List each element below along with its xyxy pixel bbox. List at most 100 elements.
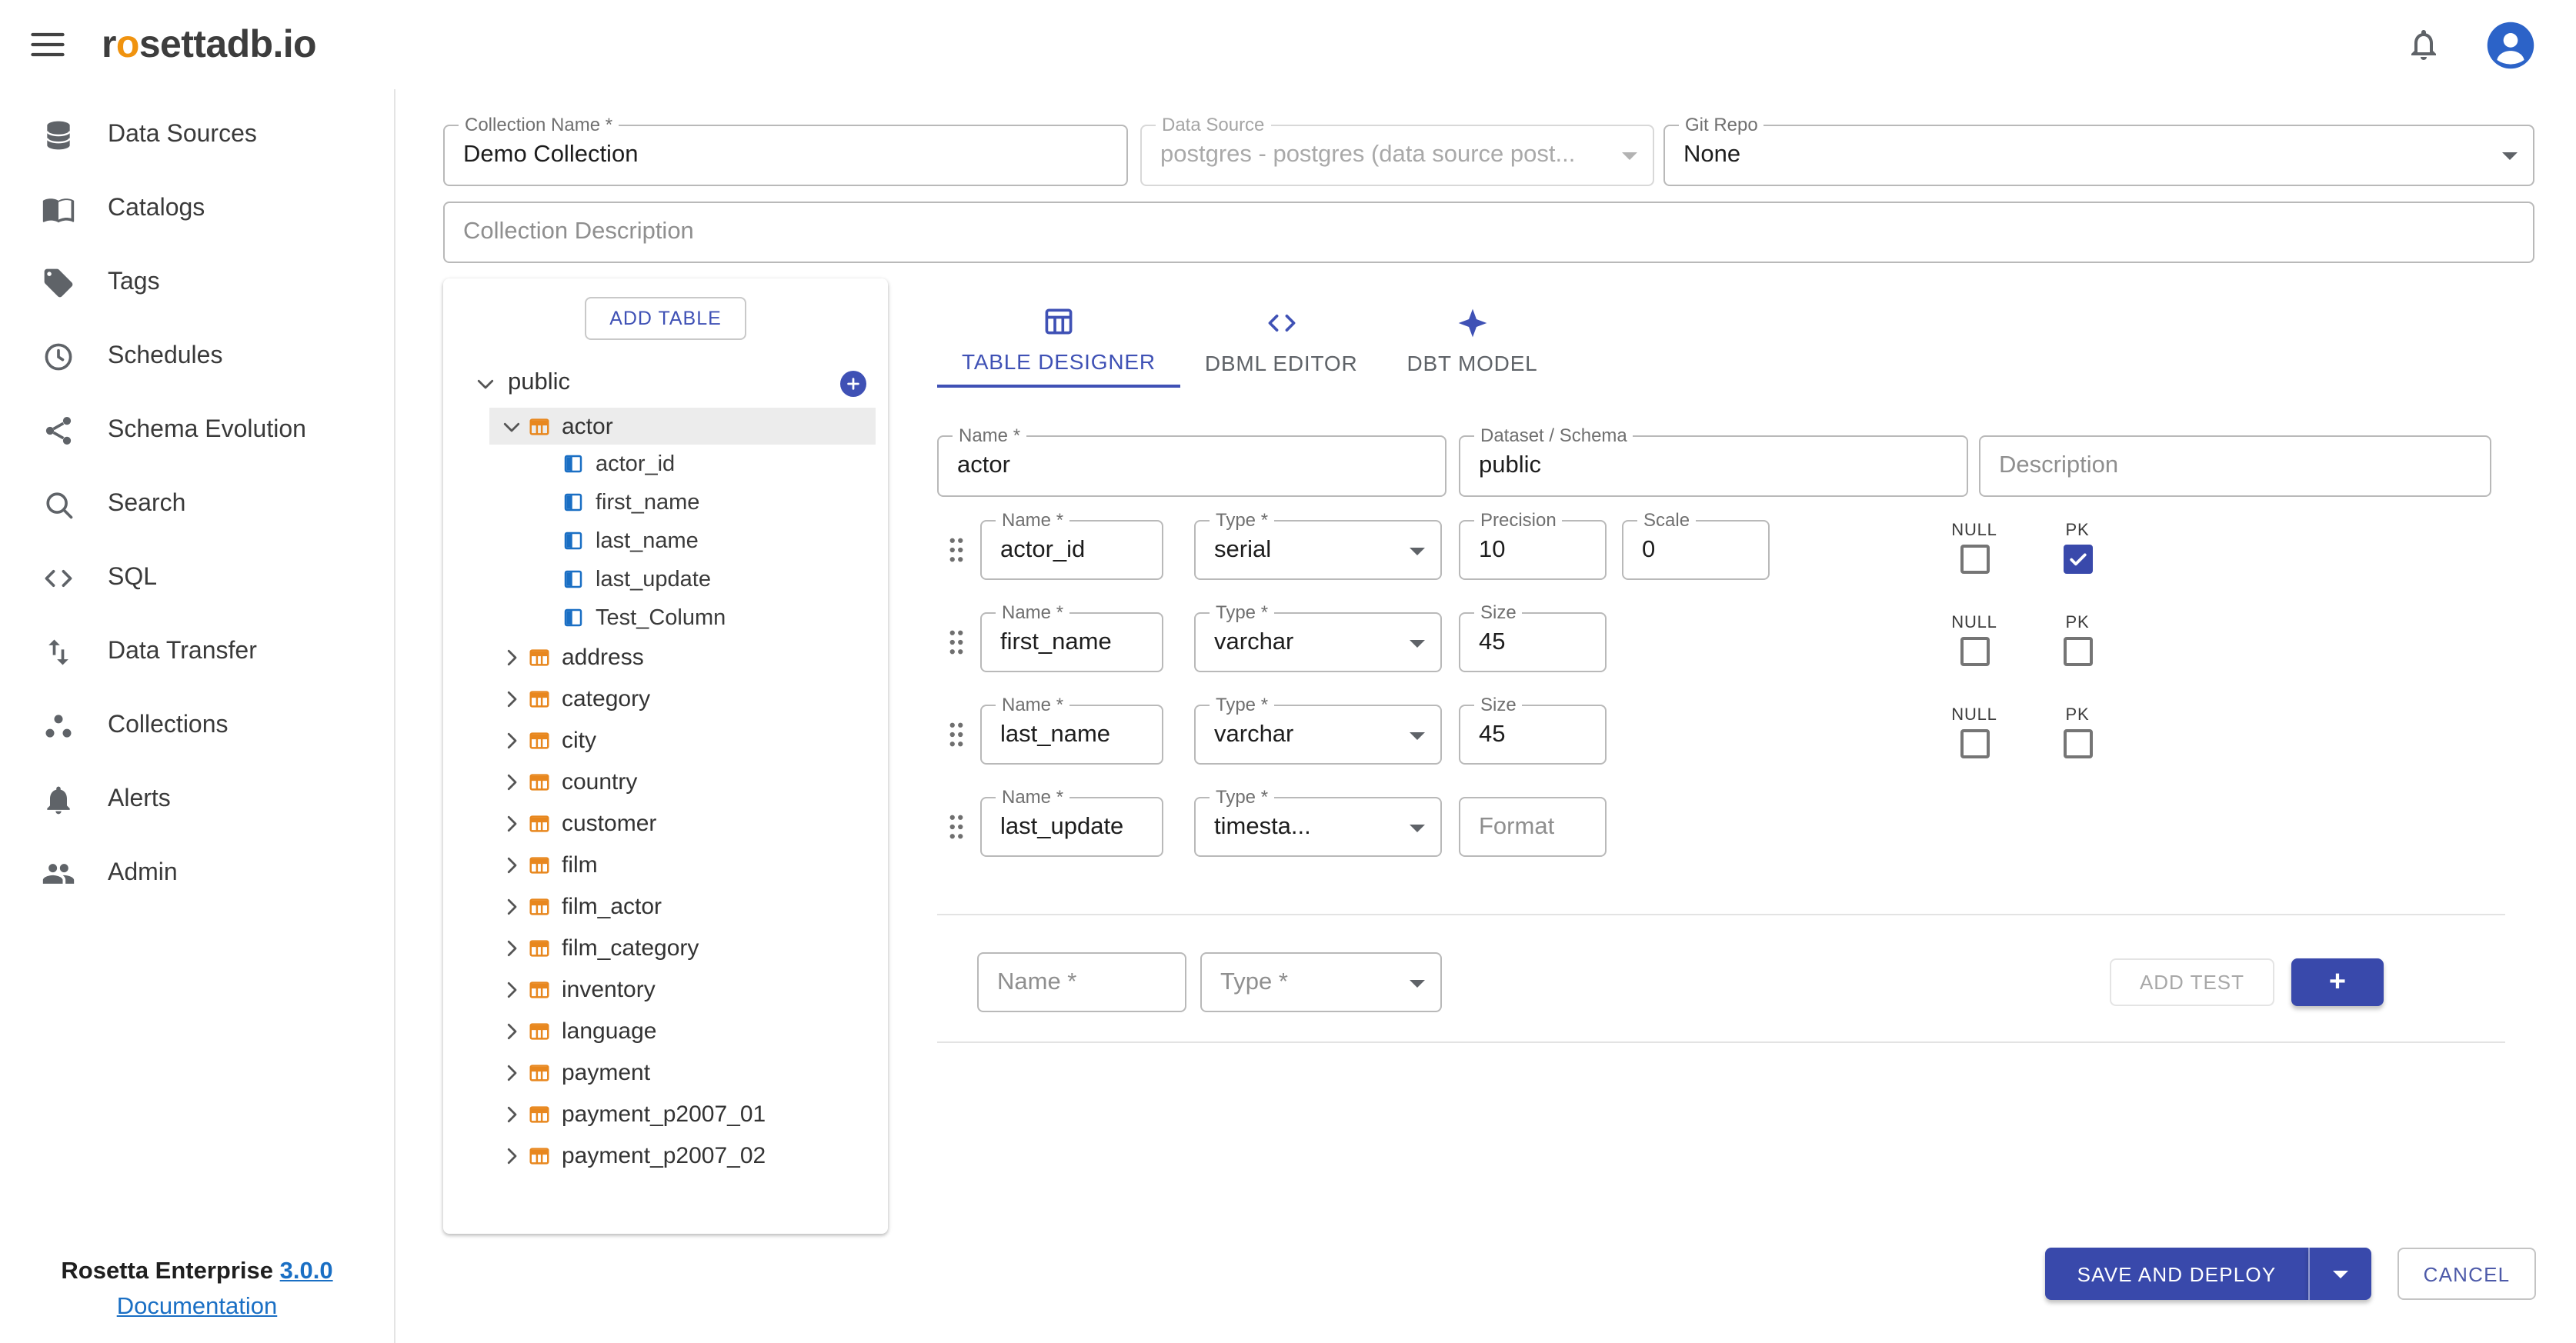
notifications-icon[interactable] (2405, 26, 2442, 63)
tree-table-film[interactable]: film (443, 845, 888, 886)
add-row-button[interactable]: + (2291, 958, 2384, 1006)
null-checkbox[interactable] (1960, 637, 1989, 666)
tree-table-language[interactable]: language (443, 1011, 888, 1052)
tree-table-country[interactable]: country (443, 761, 888, 803)
tab-table-designer[interactable]: TABLE DESIGNER (937, 292, 1180, 388)
sidebar-item-admin[interactable]: Admin (0, 837, 394, 911)
column-name-field: Name * (980, 694, 1163, 765)
table-description-field (1979, 435, 2491, 497)
tree-table-film-actor[interactable]: film_actor (443, 886, 888, 928)
collection-description-input[interactable] (445, 203, 2533, 262)
column-type-label: Type * (1210, 602, 1275, 625)
test-row: Type * ADD TEST + (937, 952, 2505, 1012)
documentation-link[interactable]: Documentation (117, 1289, 278, 1325)
sidebar-item-collections[interactable]: Collections (0, 689, 394, 763)
tree-column-last-name[interactable]: last_name (443, 522, 888, 560)
chevron-right-icon (500, 812, 523, 835)
null-label: NULL (1951, 706, 1997, 725)
column-type-field: Type * varchar (1194, 602, 1442, 672)
tab-dbml-editor[interactable]: DBML EDITOR (1180, 292, 1383, 388)
chevron-down-icon (500, 415, 523, 438)
null-checkbox[interactable] (1960, 545, 1989, 574)
tab-dbt-model[interactable]: DBT MODEL (1383, 292, 1563, 388)
sidebar-item-sql[interactable]: SQL (0, 542, 394, 615)
test-name-input[interactable] (979, 954, 1185, 1011)
precision-field: Precision (1459, 509, 1607, 580)
tree-table-film-category[interactable]: film_category (443, 928, 888, 969)
data-source-label: Data Source (1156, 114, 1271, 137)
add-test-button[interactable]: ADD TEST (2110, 958, 2274, 1006)
chevron-right-icon (500, 895, 523, 918)
size-label: Size (1474, 694, 1523, 717)
pk-checkbox[interactable] (2063, 637, 2092, 666)
product-name: Rosetta Enterprise (61, 1258, 274, 1285)
test-name-field (977, 952, 1186, 1012)
drag-handle-icon[interactable] (940, 718, 973, 751)
table-icon (528, 415, 551, 438)
chevron-right-icon (500, 1103, 523, 1126)
sidebar-item-schema-evolution[interactable]: Schema Evolution (0, 394, 394, 468)
table-description-input[interactable] (1980, 437, 2490, 495)
git-repo-select[interactable]: None (1665, 126, 2533, 185)
version-link[interactable]: 3.0.0 (280, 1258, 333, 1285)
tree-column-last-update[interactable]: last_update (443, 560, 888, 598)
sidebar-item-schedules[interactable]: Schedules (0, 320, 394, 394)
account-avatar[interactable] (2485, 19, 2536, 70)
tree-table-city[interactable]: city (443, 720, 888, 761)
save-and-deploy-button[interactable]: SAVE AND DEPLOY (2045, 1248, 2308, 1300)
pk-checkbox[interactable] (2063, 545, 2092, 574)
table-label: payment_p2007_01 (562, 1101, 766, 1128)
hub-icon (42, 414, 75, 448)
menu-icon[interactable] (28, 25, 68, 65)
pk-checkbox-group: PK (2044, 614, 2111, 666)
null-checkbox-group: NULL (1940, 614, 2008, 666)
tree-column-actor-id[interactable]: actor_id (443, 445, 888, 483)
app-logo[interactable]: rosettadb.io (102, 22, 317, 67)
code-icon (42, 562, 75, 595)
tree-table-payment-p2007-02[interactable]: payment_p2007_02 (443, 1135, 888, 1177)
table-label: city (562, 728, 596, 754)
drag-handle-icon[interactable] (940, 626, 973, 658)
drag-handle-icon[interactable] (940, 534, 973, 566)
code-icon (1264, 305, 1298, 339)
tree-table-category[interactable]: category (443, 678, 888, 720)
add-table-button[interactable]: ADD TABLE (585, 297, 746, 340)
sidebar-item-tags[interactable]: Tags (0, 246, 394, 320)
test-type-select[interactable]: Type * (1202, 954, 1440, 1011)
drag-handle-icon[interactable] (940, 811, 973, 843)
sidebar-item-alerts[interactable]: Alerts (0, 763, 394, 837)
tree-column-first-name[interactable]: first_name (443, 483, 888, 522)
null-label: NULL (1951, 522, 1997, 540)
data-source-field: Data Source postgres - postgres (data so… (1140, 114, 1654, 186)
sidebar-item-data-transfer[interactable]: Data Transfer (0, 615, 394, 689)
tree-table-inventory[interactable]: inventory (443, 969, 888, 1011)
tree-table-actor-selected[interactable]: actor (489, 408, 876, 445)
null-checkbox[interactable] (1960, 729, 1989, 758)
table-name-label: Name * (953, 425, 1027, 448)
tree-table-payment-p2007-01[interactable]: payment_p2007_01 (443, 1094, 888, 1135)
tree-schema-public[interactable]: public (443, 362, 888, 405)
tree-column-test-column[interactable]: Test_Column (443, 598, 888, 637)
column-type-value: varchar (1214, 628, 1294, 655)
tab-label: DBT MODEL (1406, 350, 1538, 375)
table-icon (528, 978, 551, 1001)
tree-table-address[interactable]: address (443, 637, 888, 678)
sidebar-item-search[interactable]: Search (0, 468, 394, 542)
chevron-down-icon (474, 372, 497, 395)
add-table-plus-button[interactable] (840, 370, 866, 396)
cancel-button[interactable]: CANCEL (2397, 1248, 2536, 1300)
column-type-label: Type * (1210, 786, 1275, 809)
sidebar-item-data-sources[interactable]: Data Sources (0, 98, 394, 172)
sidebar-item-catalogs[interactable]: Catalogs (0, 172, 394, 246)
tree-table-payment[interactable]: payment (443, 1052, 888, 1094)
section-divider (937, 914, 2505, 915)
format-input[interactable] (1460, 798, 1605, 855)
column-name-label: Name * (996, 694, 1070, 717)
tree-table-customer[interactable]: customer (443, 803, 888, 845)
pk-checkbox[interactable] (2063, 729, 2092, 758)
column-type-field: Type * timesta... (1194, 786, 1442, 857)
column-label: first_name (596, 490, 700, 515)
bell-icon (42, 783, 75, 817)
save-options-dropdown-button[interactable] (2308, 1248, 2371, 1300)
git-repo-field: Git Repo None (1663, 114, 2534, 186)
